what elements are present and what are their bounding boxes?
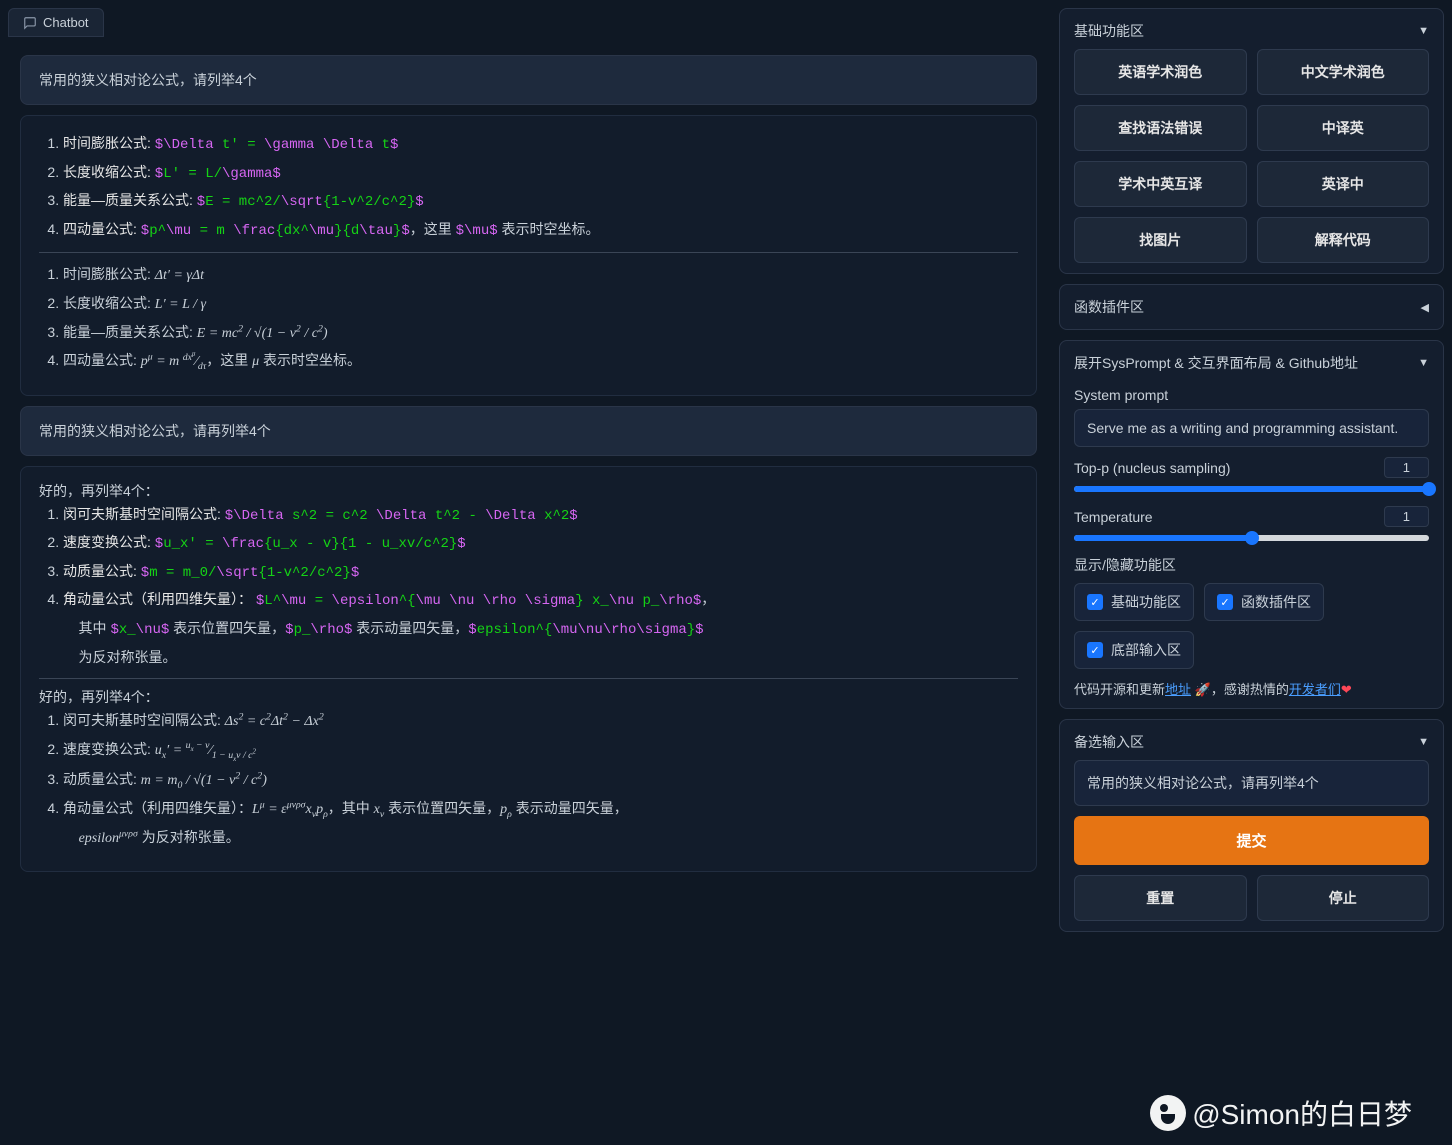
contributors-link[interactable]: 开发者们 [1289, 682, 1341, 697]
submit-button[interactable]: 提交 [1074, 816, 1429, 865]
chevron-down-icon: ▼ [1418, 357, 1429, 369]
input-panel: 备选输入区 ▼ 常用的狭义相对论公式，请再列举4个 提交 重置 停止 [1059, 719, 1444, 932]
user-message: 常用的狭义相对论公式，请再列举4个 [20, 406, 1037, 456]
chat-tab-label: Chatbot [43, 15, 89, 30]
topp-value[interactable]: 1 [1384, 457, 1429, 478]
topp-label: Top-p (nucleus sampling) [1074, 460, 1230, 476]
chevron-down-icon: ▼ [1418, 25, 1429, 37]
reset-button[interactable]: 重置 [1074, 875, 1247, 921]
basic-panel-header[interactable]: 基础功能区 ▼ [1074, 19, 1429, 49]
layout-panel: 展开SysPrompt & 交互界面布局 & Github地址 ▼ System… [1059, 340, 1444, 709]
btn-explain-code[interactable]: 解释代码 [1257, 217, 1430, 263]
temperature-label: Temperature [1074, 509, 1153, 525]
input-panel-header[interactable]: 备选输入区 ▼ [1074, 730, 1429, 760]
btn-academic-translate[interactable]: 学术中英互译 [1074, 161, 1247, 207]
system-prompt-input[interactable]: Serve me as a writing and programming as… [1074, 409, 1429, 447]
system-prompt-label: System prompt [1074, 387, 1429, 403]
btn-cn-to-en[interactable]: 中译英 [1257, 105, 1430, 151]
chevron-down-icon: ▼ [1418, 736, 1429, 748]
stop-button[interactable]: 停止 [1257, 875, 1430, 921]
footer-text: 代码开源和更新地址 🚀，感谢热情的开发者们❤ [1074, 679, 1429, 698]
bot-message: 好的，再列举4个： 闵可夫斯基时空间隔公式: $\Delta s^2 = c^2… [20, 466, 1037, 872]
layout-panel-header[interactable]: 展开SysPrompt & 交互界面布局 & Github地址 ▼ [1074, 351, 1429, 381]
plugin-panel-header[interactable]: 函数插件区 ◀ [1074, 297, 1429, 317]
basic-functions-panel: 基础功能区 ▼ 英语学术润色 中文学术润色 查找语法错误 中译英 学术中英互译 … [1059, 8, 1444, 274]
temperature-value[interactable]: 1 [1384, 506, 1429, 527]
chat-icon [23, 16, 37, 30]
alt-input-text[interactable]: 常用的狭义相对论公式，请再列举4个 [1074, 760, 1429, 806]
temperature-slider[interactable] [1074, 535, 1429, 541]
chevron-left-icon: ◀ [1421, 301, 1429, 314]
btn-find-image[interactable]: 找图片 [1074, 217, 1247, 263]
btn-chinese-polish[interactable]: 中文学术润色 [1257, 49, 1430, 95]
btn-english-polish[interactable]: 英语学术润色 [1074, 49, 1247, 95]
check-basic-area[interactable]: ✓基础功能区 [1074, 583, 1194, 621]
repo-link[interactable]: 地址 [1165, 682, 1191, 697]
btn-grammar-check[interactable]: 查找语法错误 [1074, 105, 1247, 151]
chat-tab[interactable]: Chatbot [8, 8, 104, 37]
bot-message: 时间膨胀公式: $\Delta t' = \gamma \Delta t$ 长度… [20, 115, 1037, 396]
user-message: 常用的狭义相对论公式，请列举4个 [20, 55, 1037, 105]
chat-scroll: 常用的狭义相对论公式，请列举4个 时间膨胀公式: $\Delta t' = \g… [8, 37, 1049, 1137]
topp-slider[interactable] [1074, 486, 1429, 492]
toggle-section-label: 显示/隐藏功能区 [1074, 555, 1429, 575]
check-plugin-area[interactable]: ✓函数插件区 [1204, 583, 1324, 621]
btn-en-to-cn[interactable]: 英译中 [1257, 161, 1430, 207]
check-bottom-input[interactable]: ✓底部输入区 [1074, 631, 1194, 669]
plugin-panel: 函数插件区 ◀ [1059, 284, 1444, 330]
